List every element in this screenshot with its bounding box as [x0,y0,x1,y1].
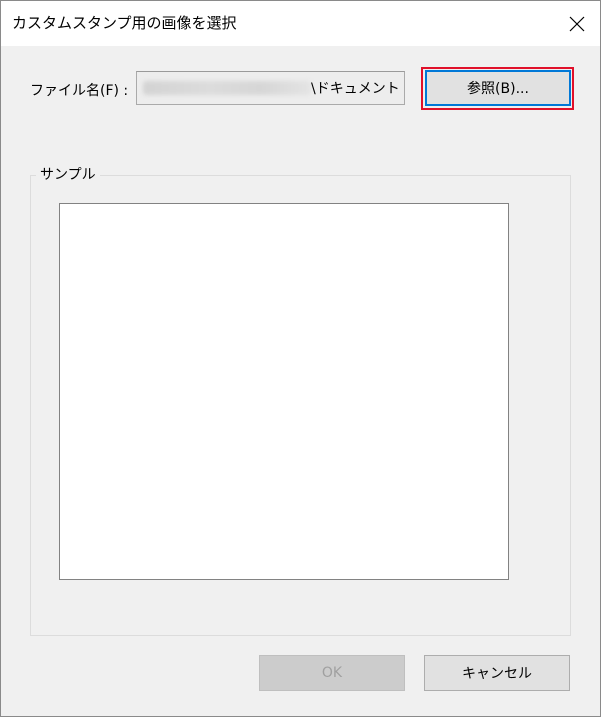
cancel-button[interactable]: キャンセル [424,655,570,691]
sample-preview [59,203,509,580]
browse-button[interactable]: 参照(B)... [425,70,571,106]
close-icon [569,16,585,31]
file-name-value: \ドキュメント [311,81,400,97]
title-bar[interactable]: カスタムスタンプ用の画像を選択 [1,1,600,46]
close-button[interactable] [554,1,600,46]
file-name-label: ファイル名(F) : [30,83,129,99]
redacted-path [143,81,311,95]
file-name-field[interactable]: \ドキュメント [136,71,405,105]
ok-button[interactable]: OK [259,655,405,691]
sample-group-label: サンプル [36,164,100,184]
dialog-title: カスタムスタンプ用の画像を選択 [12,14,237,32]
